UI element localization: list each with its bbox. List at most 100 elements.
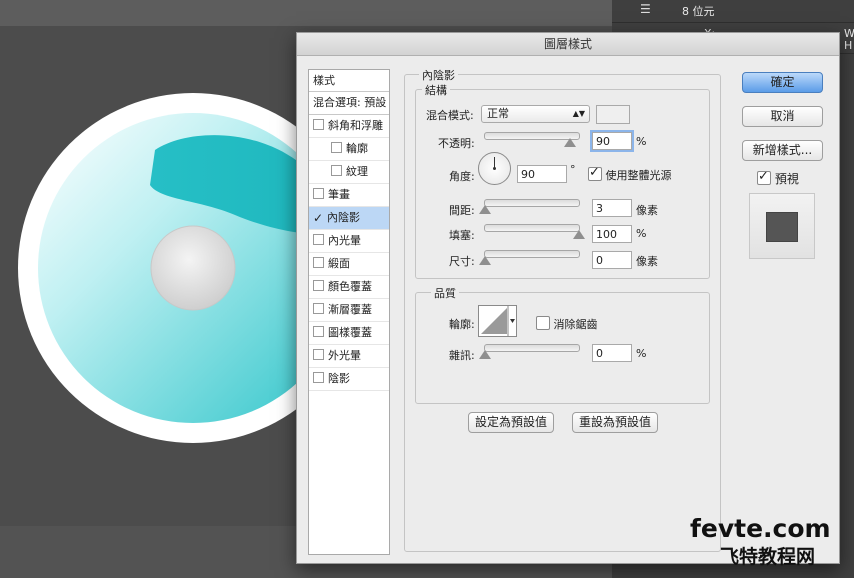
style-item-label: 內陰影: [327, 211, 360, 224]
watermark-site: fevte.com: [690, 514, 831, 543]
style-item-label: 斜角和浮雕: [328, 119, 383, 132]
style-item-label: 筆畫: [328, 188, 350, 201]
style-item-label: 漸層覆蓋: [328, 303, 372, 316]
style-item-checkbox[interactable]: [313, 257, 324, 268]
make-default-button[interactable]: 設定為預設值: [468, 412, 554, 433]
quality-title: 品質: [431, 285, 459, 301]
style-item[interactable]: ✓ 內陰影: [309, 207, 389, 230]
style-item[interactable]: 漸層覆蓋: [309, 299, 389, 322]
info-icon: ☰: [640, 2, 651, 16]
style-item[interactable]: 紋理: [309, 161, 389, 184]
structure-title: 結構: [422, 82, 450, 98]
dialog-title[interactable]: 圖層樣式: [297, 33, 839, 56]
preview-checkbox-wrap[interactable]: 預視: [757, 169, 799, 187]
global-light-checkbox-wrap[interactable]: 使用整體光源: [588, 165, 672, 183]
opacity-label: 不透明:: [438, 137, 475, 150]
blend-options-item[interactable]: 混合選項: 預設: [309, 92, 389, 115]
structure-group: 結構 混合模式: 正常 ▲▼ 不透明: 90 % 角度: 90 ° ✓ 使用整體…: [415, 82, 710, 279]
style-item[interactable]: 斜角和浮雕: [309, 115, 389, 138]
noise-slider[interactable]: [479, 344, 580, 359]
angle-input[interactable]: 90: [517, 165, 567, 183]
style-item-checkbox[interactable]: [331, 165, 342, 176]
opacity-slider[interactable]: [484, 132, 580, 147]
panel-row: ☰ 8 位元: [612, 0, 854, 23]
opacity-slider-thumb[interactable]: [563, 138, 576, 147]
reset-default-button[interactable]: 重設為預設值: [572, 412, 658, 433]
preview-swatch: [766, 212, 798, 242]
antialias-checkbox-wrap[interactable]: 消除鋸齒: [536, 316, 598, 332]
size-input[interactable]: 0: [592, 251, 632, 269]
quality-group: 品質 輪廓: 消除鋸齒 雜訊: 0 %: [415, 285, 710, 404]
size-slider-thumb[interactable]: [479, 256, 491, 265]
styles-header[interactable]: 樣式: [309, 70, 389, 92]
noise-slider-thumb[interactable]: [479, 350, 491, 359]
style-item-checkbox[interactable]: [313, 326, 324, 337]
angle-dial[interactable]: [478, 152, 511, 185]
new-style-button[interactable]: 新增樣式...: [742, 140, 823, 161]
inner-shadow-panel: 內陰影 結構 混合模式: 正常 ▲▼ 不透明: 90 % 角度: 90 ° ✓ …: [404, 67, 721, 552]
global-light-checkbox[interactable]: [588, 165, 602, 181]
style-item[interactable]: 圖樣覆蓋: [309, 322, 389, 345]
size-slider[interactable]: [479, 250, 580, 265]
style-item-checkbox[interactable]: [313, 119, 324, 130]
style-item-checkbox[interactable]: [313, 280, 324, 291]
style-item[interactable]: 內光暈: [309, 230, 389, 253]
distance-slider-thumb[interactable]: [479, 205, 491, 214]
blend-mode-label: 混合模式:: [426, 109, 474, 122]
noise-unit: %: [636, 347, 647, 360]
style-item-checkbox[interactable]: ✓: [313, 207, 323, 225]
style-item-label: 顏色覆蓋: [328, 280, 372, 293]
select-arrows-icon: ▲▼: [572, 109, 585, 118]
style-item-label: 紋理: [346, 165, 368, 178]
style-item-checkbox[interactable]: [313, 372, 324, 383]
preview-thumbnail: [749, 193, 815, 259]
preview-label: 預視: [774, 172, 799, 186]
style-item-checkbox[interactable]: [313, 188, 324, 199]
size-label: 尺寸:: [449, 255, 475, 268]
preview-checkbox[interactable]: [757, 169, 771, 185]
distance-slider[interactable]: [479, 199, 580, 214]
style-item[interactable]: 顏色覆蓋: [309, 276, 389, 299]
bit-depth-label: 8 位元: [682, 5, 715, 18]
antialias-label: 消除鋸齒: [553, 318, 598, 331]
ok-button[interactable]: 確定: [742, 72, 823, 93]
blend-mode-value: 正常: [487, 107, 509, 120]
style-item[interactable]: 筆畫: [309, 184, 389, 207]
noise-input[interactable]: 0: [592, 344, 632, 362]
blend-mode-select[interactable]: 正常 ▲▼: [481, 105, 590, 123]
style-item[interactable]: 陰影: [309, 368, 389, 391]
angle-needle-icon: [493, 157, 496, 170]
contour-picker[interactable]: [478, 305, 517, 337]
style-item-label: 內光暈: [328, 234, 361, 247]
size-unit: 像素: [636, 255, 658, 268]
h-label: H: [844, 39, 853, 52]
angle-label: 角度:: [449, 170, 475, 183]
style-item[interactable]: 緞面: [309, 253, 389, 276]
choke-slider-thumb[interactable]: [573, 230, 585, 239]
style-item-label: 圖樣覆蓋: [328, 326, 372, 339]
choke-slider[interactable]: [484, 224, 585, 239]
style-item-label: 陰影: [328, 372, 350, 385]
shadow-color-swatch[interactable]: [596, 105, 630, 124]
style-item-checkbox[interactable]: [313, 303, 324, 314]
style-item-label: 緞面: [328, 257, 350, 270]
antialias-checkbox[interactable]: [536, 316, 550, 330]
inner-shadow-title: 內陰影: [419, 67, 458, 83]
style-item[interactable]: 輪廓: [309, 138, 389, 161]
opacity-unit: %: [636, 135, 647, 148]
global-light-label: 使用整體光源: [605, 169, 672, 182]
distance-input[interactable]: 3: [592, 199, 632, 217]
style-item-checkbox[interactable]: [313, 234, 324, 245]
style-item-checkbox[interactable]: [331, 142, 342, 153]
distance-unit: 像素: [636, 204, 658, 217]
style-item[interactable]: 外光暈: [309, 345, 389, 368]
style-item-checkbox[interactable]: [313, 349, 324, 360]
style-item-label: 外光暈: [328, 349, 361, 362]
cancel-button[interactable]: 取消: [742, 106, 823, 127]
watermark: fevte.com 飞特教程网: [690, 514, 850, 574]
choke-label: 填塞:: [449, 229, 475, 242]
contour-label: 輪廓:: [449, 318, 475, 331]
noise-label: 雜訊:: [449, 349, 475, 362]
opacity-input[interactable]: 90: [592, 132, 632, 150]
choke-input[interactable]: 100: [592, 225, 632, 243]
